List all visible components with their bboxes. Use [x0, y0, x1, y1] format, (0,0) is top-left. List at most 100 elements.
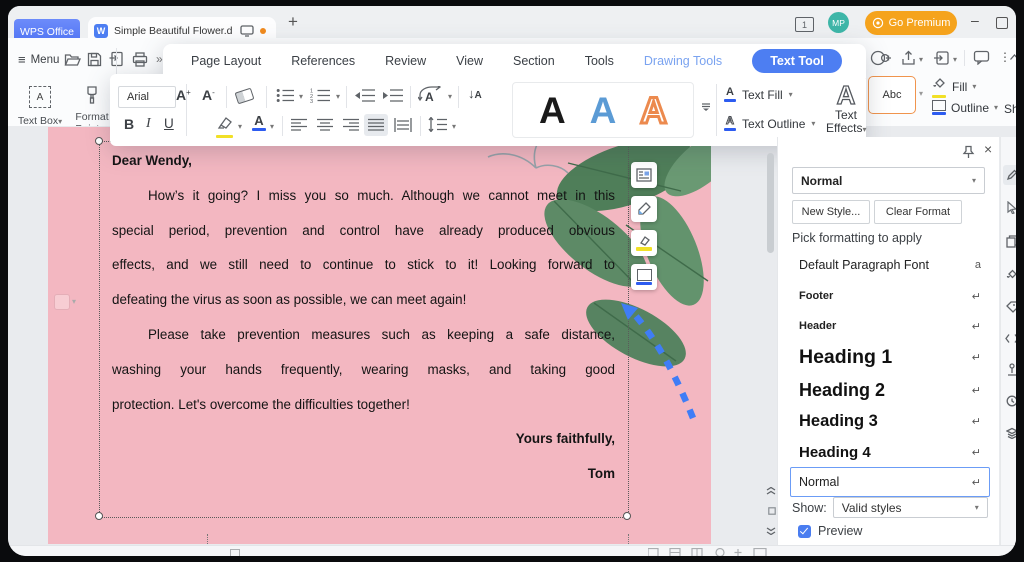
- bullet-list-icon[interactable]: [276, 88, 296, 103]
- wordart-style-blue[interactable]: A: [590, 92, 617, 129]
- numbered-list-icon[interactable]: 123: [310, 88, 332, 103]
- share-user-icon[interactable]: [870, 50, 892, 66]
- view-mode-icons[interactable]: [648, 548, 768, 556]
- open-file-icon[interactable]: [64, 52, 81, 67]
- window-count-icon[interactable]: 1: [795, 17, 814, 32]
- connector-icon[interactable]: [1006, 363, 1016, 376]
- statusbar-icon[interactable]: [230, 549, 240, 556]
- avatar[interactable]: MP: [828, 12, 849, 33]
- print-icon[interactable]: [132, 52, 148, 67]
- cursor-select-icon[interactable]: [1006, 201, 1016, 214]
- style-item-footer[interactable]: Footer ↵: [790, 281, 990, 311]
- show-styles-select[interactable]: Valid styles ▾: [833, 497, 988, 518]
- italic-button[interactable]: I: [146, 116, 151, 132]
- style-item-header[interactable]: Header ↵: [790, 311, 990, 341]
- highlight-color-button[interactable]: [216, 116, 233, 138]
- text-outline-button[interactable]: A Text Outline ▾: [724, 116, 815, 131]
- dropdown-caret[interactable]: ▾: [270, 123, 274, 131]
- minimize-button[interactable]: –: [971, 12, 979, 28]
- scroll-next-page-icon[interactable]: [766, 525, 776, 535]
- shape-style-abc[interactable]: Abc: [868, 76, 916, 114]
- bold-button[interactable]: B: [124, 116, 134, 132]
- export-pdf-icon[interactable]: [109, 51, 125, 67]
- shape-outline-button[interactable]: Outline ▾: [932, 100, 998, 115]
- selection-handle[interactable]: [95, 512, 103, 520]
- scrollbar-thumb[interactable]: [767, 153, 774, 253]
- align-center-icon[interactable]: [316, 118, 334, 132]
- quick-brush-button[interactable]: [631, 196, 657, 222]
- style-item-normal[interactable]: Normal ↵: [790, 467, 990, 497]
- maximize-button[interactable]: [996, 17, 1008, 29]
- wordart-more-button[interactable]: [700, 98, 712, 116]
- justify-button[interactable]: [364, 114, 388, 136]
- style-item-heading-4[interactable]: Heading 4 ↵: [790, 437, 990, 467]
- distribute-icon[interactable]: [394, 118, 412, 132]
- wordart-style-orange[interactable]: A: [640, 92, 667, 129]
- save-as-icon[interactable]: [933, 50, 950, 66]
- underline-button[interactable]: U: [164, 116, 174, 131]
- quick-highlight-button[interactable]: [631, 230, 657, 256]
- decrease-indent-icon[interactable]: [354, 88, 376, 103]
- pin-panel-icon[interactable]: [962, 145, 975, 159]
- style-item-heading-3[interactable]: Heading 3 ↵: [790, 406, 990, 437]
- text-effects-button[interactable]: A Text Effects▾: [826, 82, 866, 135]
- layers-icon[interactable]: [1006, 427, 1016, 439]
- increase-indent-icon[interactable]: [382, 88, 404, 103]
- history-clock-icon[interactable]: [1006, 395, 1016, 407]
- new-style-button[interactable]: New Style...: [792, 200, 870, 224]
- wrap-options-button[interactable]: [631, 162, 657, 188]
- scroll-select-object-icon[interactable]: [768, 507, 776, 515]
- dropdown-caret[interactable]: ▾: [238, 123, 242, 131]
- dropdown-caret[interactable]: ▾: [336, 93, 340, 101]
- comment-icon[interactable]: [973, 50, 990, 65]
- dropdown-caret[interactable]: ▾: [452, 123, 456, 131]
- dropdown-caret[interactable]: ▾: [72, 298, 76, 306]
- preview-checkbox[interactable]: [798, 525, 811, 538]
- collapse-ribbon-icon[interactable]: [1009, 53, 1016, 61]
- shape-fill-button[interactable]: Fill ▾: [932, 76, 976, 98]
- selection-handle[interactable]: [95, 137, 103, 145]
- line-spacing-icon[interactable]: [428, 117, 448, 132]
- letter-text[interactable]: Dear Wendy, How’s it going? I miss you s…: [112, 144, 615, 492]
- dropdown-caret[interactable]: ▾: [953, 56, 957, 64]
- selection-handle[interactable]: [623, 512, 631, 520]
- decrease-font-button[interactable]: A-: [202, 87, 215, 105]
- shape-style-more-icon[interactable]: ▾: [919, 90, 923, 98]
- dropdown-caret[interactable]: ▾: [448, 93, 452, 101]
- ribbon-tab-section[interactable]: Section: [513, 54, 555, 68]
- scroll-prev-page-icon[interactable]: [766, 487, 776, 497]
- save-icon[interactable]: [87, 52, 102, 67]
- dropdown-caret[interactable]: ▾: [299, 93, 303, 101]
- close-panel-icon[interactable]: ×: [984, 141, 992, 157]
- copy-pages-icon[interactable]: [1006, 235, 1016, 248]
- share-export-icon[interactable]: [901, 50, 917, 66]
- tag-icon[interactable]: [1006, 301, 1016, 313]
- new-tab-button[interactable]: +: [288, 12, 298, 32]
- pencil-icon[interactable]: [1006, 169, 1016, 181]
- font-color-button[interactable]: A: [252, 114, 266, 131]
- align-left-icon[interactable]: [290, 118, 308, 132]
- vertical-scrollbar[interactable]: [766, 131, 776, 545]
- clear-format-button[interactable]: Clear Format: [874, 200, 962, 224]
- ribbon-tab-references[interactable]: References: [291, 54, 355, 68]
- align-right-icon[interactable]: [342, 118, 360, 132]
- menu-button[interactable]: ≡ Menu: [18, 52, 59, 67]
- code-icon[interactable]: [1005, 333, 1016, 344]
- style-item-heading-1[interactable]: Heading 1 ↵: [790, 341, 990, 374]
- ribbon-tab-page-layout[interactable]: Page Layout: [191, 54, 261, 68]
- sort-icon[interactable]: ↓A: [468, 86, 482, 101]
- font-name-select[interactable]: Arial: [118, 86, 176, 108]
- layout-anchor-icon[interactable]: [54, 294, 70, 310]
- fill-bucket-icon[interactable]: [1006, 269, 1016, 281]
- style-item-heading-2[interactable]: Heading 2 ↵: [790, 374, 990, 406]
- ribbon-tab-tools[interactable]: Tools: [585, 54, 614, 68]
- more-quick-access-icon[interactable]: »: [156, 52, 163, 66]
- dropdown-caret[interactable]: ▾: [919, 56, 923, 64]
- ribbon-tab-drawing-tools[interactable]: Drawing Tools: [644, 54, 722, 68]
- go-premium-button[interactable]: Go Premium: [865, 11, 957, 35]
- shape-effects-label[interactable]: Shape: [1004, 102, 1016, 116]
- ribbon-tab-review[interactable]: Review: [385, 54, 426, 68]
- style-combobox[interactable]: Normal ▾: [792, 167, 985, 194]
- ribbon-tab-view[interactable]: View: [456, 54, 483, 68]
- quick-border-button[interactable]: [631, 264, 657, 290]
